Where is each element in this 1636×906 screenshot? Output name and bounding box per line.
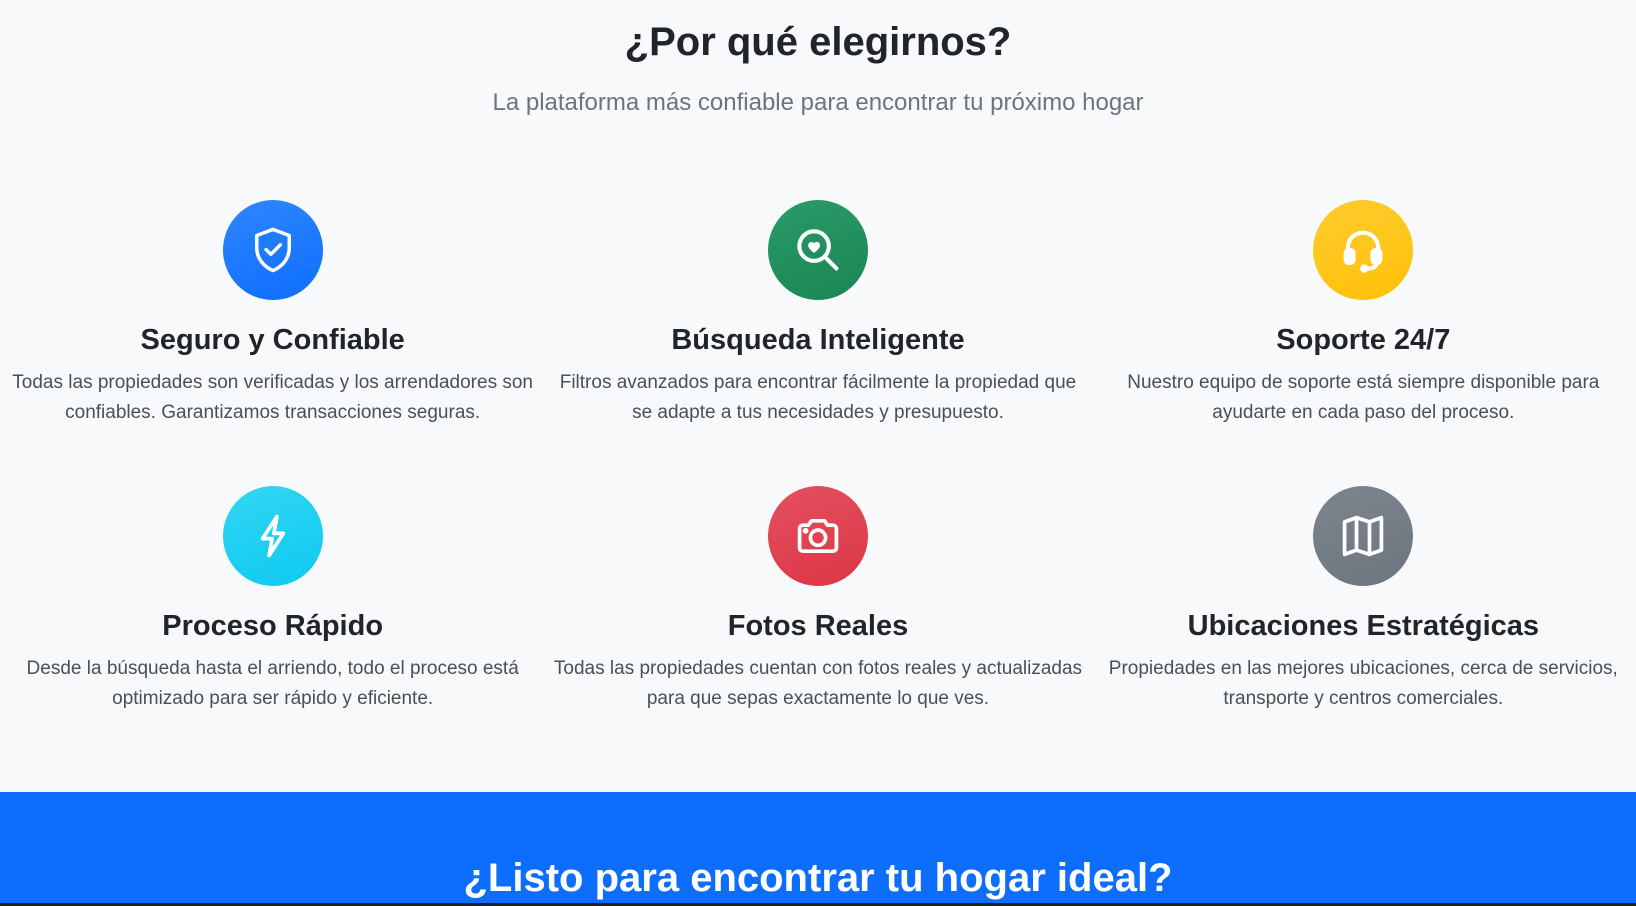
feature-support: Soporte 24/7 Nuestro equipo de soporte e… bbox=[1091, 200, 1636, 486]
feature-text: Nuestro equipo de soporte está siempre d… bbox=[1127, 372, 1600, 423]
feature-title: Proceso Rápido bbox=[162, 610, 384, 642]
features-grid: Seguro y Confiable Todas las propiedades… bbox=[0, 200, 1636, 772]
feature-title: Soporte 24/7 bbox=[1276, 324, 1451, 356]
feature-locations: Ubicaciones Estratégicas Propiedades en … bbox=[1091, 486, 1636, 772]
feature-text: Todas las propiedades cuentan con fotos … bbox=[553, 658, 1083, 709]
feature-secure: Seguro y Confiable Todas las propiedades… bbox=[0, 200, 545, 486]
feature-title: Búsqueda Inteligente bbox=[671, 324, 965, 356]
lightning-icon bbox=[222, 486, 323, 586]
feature-text: Desde la búsqueda hasta el arriendo, tod… bbox=[26, 658, 519, 709]
feature-title: Ubicaciones Estratégicas bbox=[1187, 610, 1540, 642]
search-heart-icon bbox=[767, 200, 868, 300]
section-subtitle: La plataforma más confiable para encontr… bbox=[492, 89, 1144, 116]
feature-photos: Fotos Reales Todas las propiedades cuent… bbox=[545, 486, 1090, 772]
feature-title: Seguro y Confiable bbox=[140, 324, 405, 356]
feature-title: Fotos Reales bbox=[727, 610, 909, 642]
map-icon bbox=[1313, 486, 1414, 586]
feature-text: Filtros avanzados para encontrar fácilme… bbox=[559, 372, 1077, 423]
cta-title: ¿Listo para encontrar tu hogar ideal? bbox=[463, 856, 1173, 900]
feature-fast: Proceso Rápido Desde la búsqueda hasta e… bbox=[0, 486, 545, 772]
headset-icon bbox=[1313, 200, 1414, 300]
feature-text: Propiedades en las mejores ubicaciones, … bbox=[1108, 658, 1618, 709]
feature-search: Búsqueda Inteligente Filtros avanzados p… bbox=[545, 200, 1090, 486]
section-title: ¿Por qué elegirnos? bbox=[624, 20, 1012, 64]
shield-check-icon bbox=[222, 200, 323, 300]
feature-text: Todas las propiedades son verificadas y … bbox=[12, 372, 533, 423]
camera-icon bbox=[767, 486, 868, 586]
page: ¿Por qué elegirnos? La plataforma más co… bbox=[0, 0, 1636, 906]
